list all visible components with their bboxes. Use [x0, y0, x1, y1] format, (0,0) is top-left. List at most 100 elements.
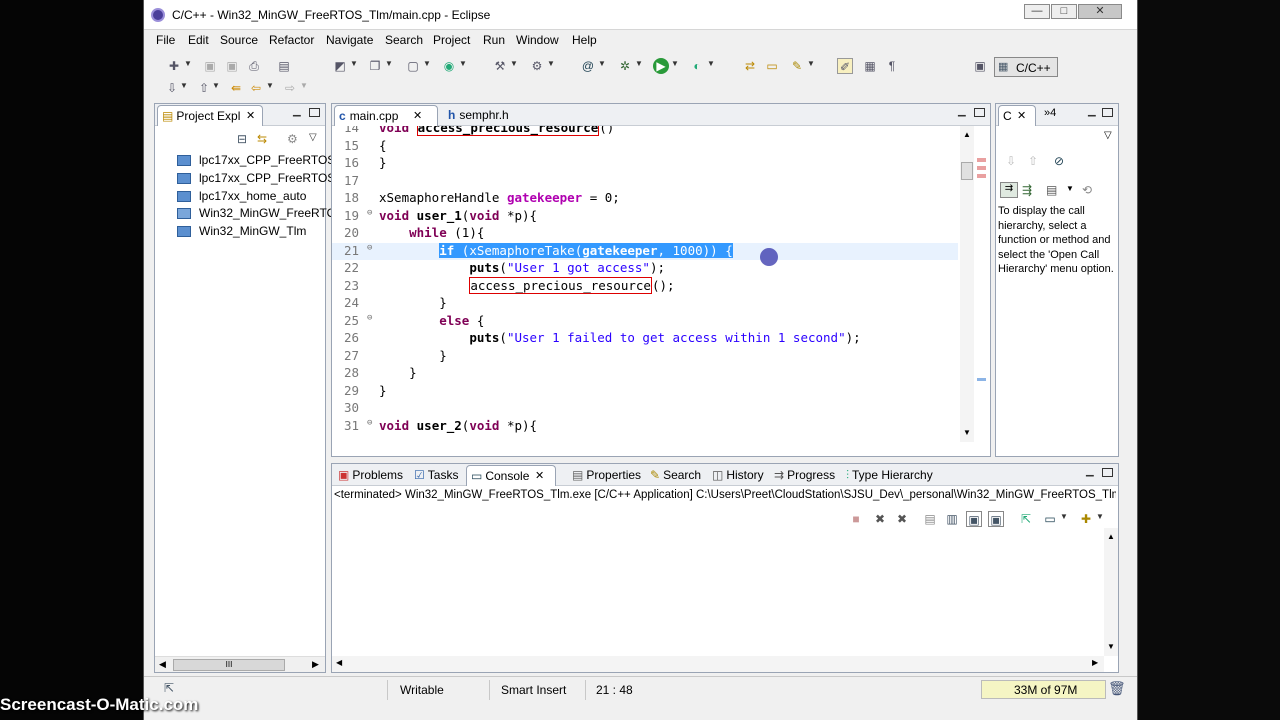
minimize-view-icon[interactable]: ▁ [1088, 107, 1099, 118]
tab-call-hierarchy[interactable]: C ✕ [998, 105, 1036, 126]
new-class-icon[interactable]: ◉ [441, 58, 457, 74]
scroll-down-icon[interactable]: ▼ [1107, 642, 1115, 651]
annotation-marker[interactable] [977, 174, 986, 178]
filter-icon[interactable]: ⚙ [287, 132, 298, 146]
previous-icon[interactable]: ⇧ [1028, 154, 1038, 168]
clear-console-icon[interactable]: ▤ [922, 511, 938, 527]
fold-icon[interactable]: ⊖ [367, 418, 372, 428]
next-icon[interactable]: ⇩ [1006, 154, 1016, 168]
build-hammer-icon[interactable]: ⚒ [492, 58, 508, 74]
show-callees-icon[interactable]: ⇶ [1022, 183, 1032, 197]
save-all-icon[interactable]: ▣ [224, 58, 240, 74]
remove-launch-icon[interactable]: ✖ [872, 511, 888, 527]
scroll-thumb[interactable]: III [173, 659, 285, 671]
annotation-marker[interactable] [977, 166, 986, 170]
overview-ruler[interactable] [975, 126, 989, 442]
scroll-up-icon[interactable]: ▲ [963, 130, 971, 139]
debug-icon[interactable]: ✲ [617, 58, 633, 74]
close-tab-icon[interactable]: ✕ [413, 106, 422, 126]
more-views-button[interactable]: »4 [1044, 107, 1056, 119]
heap-status[interactable]: 33M of 97M [981, 680, 1106, 699]
scroll-down-icon[interactable]: ▼ [963, 428, 971, 437]
link-with-editor-icon[interactable]: ⇆ [257, 132, 267, 146]
tab-properties[interactable]: ▤ Properties [568, 465, 646, 486]
scroll-right-icon[interactable]: ▶ [312, 659, 319, 670]
next-annotation-icon[interactable]: ⇩ [164, 80, 180, 96]
save-icon[interactable]: ▣ [202, 58, 218, 74]
view-menu-icon[interactable]: ▽ [1104, 130, 1112, 141]
tree-item[interactable]: Win32_MinGW_Tlm [177, 223, 306, 240]
tab-tasks[interactable]: ☑ Tasks [410, 465, 466, 486]
search-dropdown-icon[interactable]: ▼ [598, 59, 606, 68]
debug-dropdown-icon[interactable]: ▼ [635, 59, 643, 68]
maximize-view-icon[interactable] [974, 108, 985, 117]
external-tools-dropdown-icon[interactable]: ▼ [707, 59, 715, 68]
back-icon[interactable]: ⇦ [248, 80, 264, 96]
scroll-lock-icon[interactable]: ▥ [944, 511, 960, 527]
minimize-view-icon[interactable]: ▁ [1086, 467, 1097, 478]
new-class-dropdown-icon[interactable]: ▼ [459, 59, 467, 68]
menu-file[interactable]: File [156, 33, 175, 47]
open-type-icon[interactable]: ⇄ [742, 58, 758, 74]
scroll-thumb[interactable] [961, 162, 973, 180]
layout-icon[interactable]: ▤ [1046, 183, 1057, 197]
next-annotation-dropdown-icon[interactable]: ▼ [180, 81, 188, 90]
back-dropdown-icon[interactable]: ▼ [266, 81, 274, 90]
show-callers-icon[interactable]: ⇉ [1000, 182, 1018, 198]
annotation-marker[interactable] [977, 158, 986, 162]
tab-type-hierarchy[interactable]: ⫶ Type Hierarchy [842, 465, 946, 486]
menu-source[interactable]: Source [220, 33, 258, 47]
open-console-dropdown-icon[interactable]: ▼ [1096, 512, 1104, 521]
pin-console-icon[interactable]: ⇱ [1018, 511, 1034, 527]
toggle-mark-occurrences-icon[interactable]: ✐ [837, 58, 853, 74]
cancel-search-icon[interactable]: ⊘ [1054, 154, 1064, 168]
menu-project[interactable]: Project [433, 33, 470, 47]
menu-search[interactable]: Search [385, 33, 423, 47]
fold-icon[interactable]: ⊖ [367, 208, 372, 218]
display-console-dropdown-icon[interactable]: ▼ [1060, 512, 1068, 521]
tab-progress[interactable]: ⇉ Progress [770, 465, 840, 486]
terminate-icon[interactable]: ■ [848, 511, 864, 527]
new-file-icon[interactable]: ▢ [405, 58, 421, 74]
fast-view-icon[interactable]: ⇱ [164, 681, 174, 695]
close-tab-icon[interactable]: ✕ [1017, 106, 1026, 126]
maximize-button[interactable]: □ [1051, 4, 1077, 19]
search-at-icon[interactable]: @ [580, 58, 596, 74]
console-output[interactable] [332, 528, 1104, 656]
tab-history[interactable]: ◫ History [708, 465, 770, 486]
new-folder-icon[interactable]: ❐ [367, 58, 383, 74]
refresh-icon[interactable]: ⟲ [1082, 183, 1092, 197]
console-vertical-scrollbar[interactable]: ▲ ▼ [1104, 528, 1118, 656]
menu-navigate[interactable]: Navigate [326, 33, 373, 47]
menu-refactor[interactable]: Refactor [269, 33, 314, 47]
minimize-button[interactable]: — [1024, 4, 1050, 19]
tree-item[interactable]: lpc17xx_home_auto [177, 188, 306, 205]
open-element-icon[interactable]: ▭ [764, 58, 780, 74]
remove-all-launches-icon[interactable]: ✖ [894, 511, 910, 527]
build-icon[interactable]: ▤ [276, 58, 292, 74]
view-menu-icon[interactable]: ▽ [309, 132, 317, 143]
tab-project-explorer[interactable]: ▤ Project Expl ✕ [157, 105, 263, 126]
run-dropdown-icon[interactable]: ▼ [671, 59, 679, 68]
display-console-icon[interactable]: ▭ [1042, 511, 1058, 527]
new-cpp-project-icon[interactable]: ◩ [332, 58, 348, 74]
scroll-right-icon[interactable]: ▶ [1092, 658, 1098, 667]
last-edit-location-icon[interactable]: ⇚ [228, 80, 244, 96]
editor-vertical-scrollbar[interactable]: ▲ ▼ [960, 126, 974, 442]
close-button[interactable]: ✕ [1078, 4, 1122, 19]
search-torch-dropdown-icon[interactable]: ▼ [807, 59, 815, 68]
tab-search[interactable]: ✎ Search [646, 465, 708, 486]
scroll-left-icon[interactable]: ◀ [336, 658, 342, 667]
run-icon[interactable]: ▶ [653, 58, 669, 74]
horizontal-scrollbar[interactable]: ◀ III ▶ [155, 656, 325, 672]
open-console-icon[interactable]: ✚ [1078, 511, 1094, 527]
close-tab-icon[interactable]: ✕ [535, 466, 544, 486]
toggle-block-selection-icon[interactable]: ▦ [862, 58, 878, 74]
maximize-view-icon[interactable] [1102, 468, 1113, 477]
fold-icon[interactable]: ⊖ [367, 313, 372, 323]
new-dropdown-icon[interactable]: ▼ [184, 59, 192, 68]
scroll-up-icon[interactable]: ▲ [1107, 532, 1115, 541]
code-editor[interactable]: 14 void access_precious_resource() 15{ 16… [332, 126, 958, 442]
forward-icon[interactable]: ⇨ [282, 80, 298, 96]
tree-item[interactable]: Win32_MinGW_FreeRTOS [177, 205, 344, 222]
